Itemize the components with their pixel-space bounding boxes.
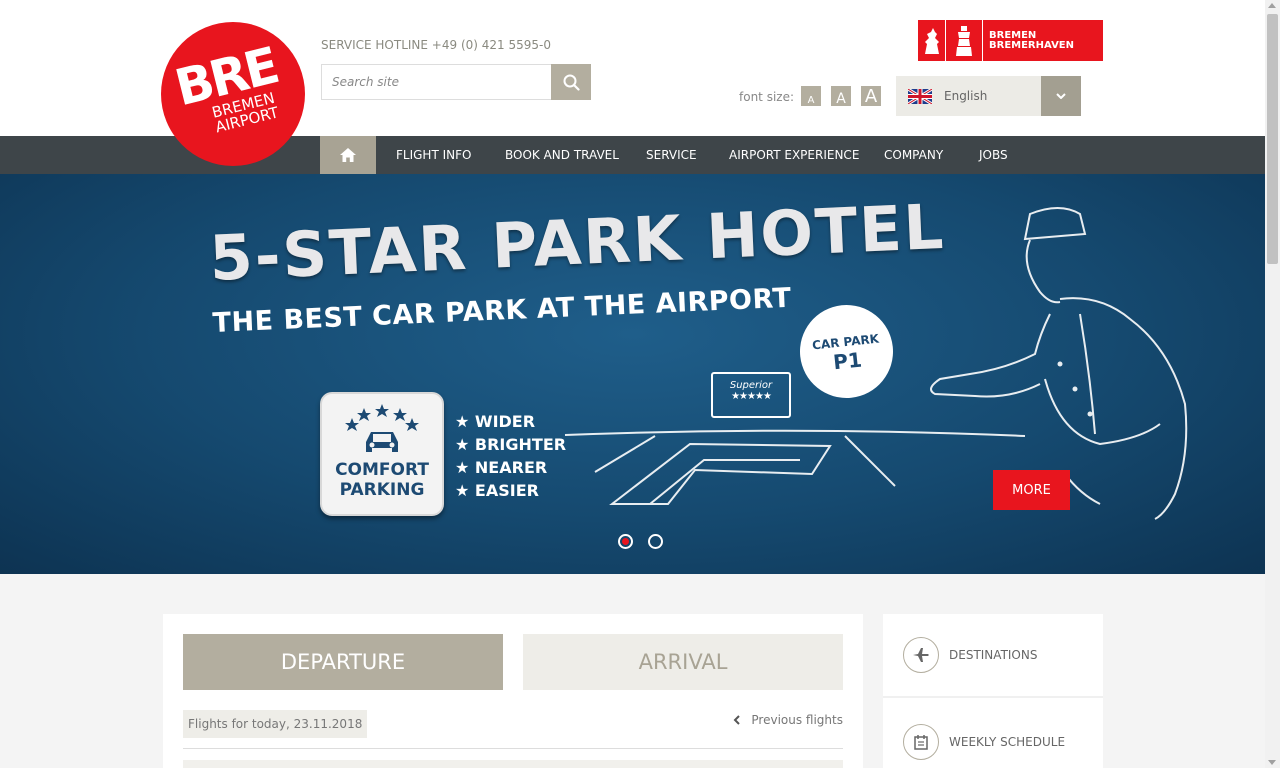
comfort-parking-badge: COMFORT PARKING [320,392,444,516]
nav-item-airport-experience[interactable]: AIRPORT EXPERIENCE [729,136,859,174]
feature-item: ★ WIDER [455,412,536,431]
language-dropdown-button[interactable] [1041,76,1081,116]
town-musicians-icon [918,20,945,61]
service-hotline: SERVICE HOTLINE +49 (0) 421 5595-0 [321,38,551,52]
calendar-icon [903,724,939,760]
font-size-medium-button[interactable]: A [831,86,851,106]
search-icon [563,74,580,91]
hero-banner[interactable]: 5-STAR PARK HOTEL THE BEST CAR PARK AT T… [0,174,1265,574]
font-size-large-button[interactable]: A [861,86,881,106]
previous-flights-link[interactable]: Previous flights [733,713,843,727]
font-size-label: font size: [739,90,795,104]
weekly-schedule-link[interactable]: WEEKLY SCHEDULE [883,700,1103,768]
uk-flag-icon [908,88,932,104]
divider [183,748,843,749]
weekly-schedule-label: WEEKLY SCHEDULE [949,735,1066,749]
quick-links-panel: DESTINATIONS WEEKLY SCHEDULE [883,614,1103,768]
chevron-down-icon [1056,93,1066,99]
search-input[interactable] [321,64,551,100]
feature-item: ★ NEARER [455,458,548,477]
site-header: BRE BREMEN AIRPORT SERVICE HOTLINE +49 (… [0,0,1265,166]
nav-home-button[interactable] [320,136,376,174]
destinations-link[interactable]: DESTINATIONS [883,614,1103,698]
flights-panel: DEPARTURE ARRIVAL Flights for today, 23.… [163,614,863,768]
font-size-small-button[interactable]: A [801,86,821,106]
car-stars-icon [345,404,419,452]
chevron-left-icon [733,715,741,725]
search-button[interactable] [551,64,591,100]
bremen-airport-logo[interactable]: BRE BREMEN AIRPORT [161,22,305,166]
scroll-down-arrow[interactable] [1268,760,1276,765]
plane-icon [903,637,939,673]
feature-item: ★ BRIGHTER [455,435,567,454]
partner-logo-divider-2 [982,20,983,61]
feature-item: ★ EASIER [455,481,539,500]
nav-item-service[interactable]: SERVICE [646,136,697,174]
previous-flights-label: Previous flights [751,713,843,727]
hero-more-button[interactable]: MORE [993,470,1070,510]
lighthouse-icon [946,20,982,61]
slide-dot-1[interactable] [618,534,633,549]
language-label: English [944,89,988,103]
tab-arrival[interactable]: ARRIVAL [523,634,843,690]
home-icon [340,148,356,162]
nav-item-flight-info[interactable]: FLIGHT INFO [396,136,471,174]
flights-table-header [183,760,843,768]
language-select[interactable]: English [896,76,1081,116]
scroll-thumb[interactable] [1267,14,1278,264]
tab-departure[interactable]: DEPARTURE [183,634,503,690]
feature-list: ★ WIDER ★ BRIGHTER ★ NEARER ★ EASIER [455,410,566,502]
bremen-bremerhaven-logo[interactable]: BREMEN BREMERHAVEN [918,20,1103,61]
scroll-up-arrow[interactable] [1268,3,1276,8]
partner-logo-text: BREMEN BREMERHAVEN [989,29,1075,51]
superior-stars-sign: Superior ★★★★★ [711,372,791,418]
nav-item-book-and-travel[interactable]: BOOK AND TRAVEL [505,136,619,174]
nav-item-company[interactable]: COMPANY [884,136,943,174]
comfort-parking-text: COMFORT PARKING [335,460,429,500]
destinations-label: DESTINATIONS [949,648,1038,662]
page-scrollbar[interactable] [1265,0,1280,768]
nav-item-jobs[interactable]: JOBS [979,136,1008,174]
flights-date-label: Flights for today, 23.11.2018 [183,710,368,738]
slide-dot-2[interactable] [648,534,663,549]
